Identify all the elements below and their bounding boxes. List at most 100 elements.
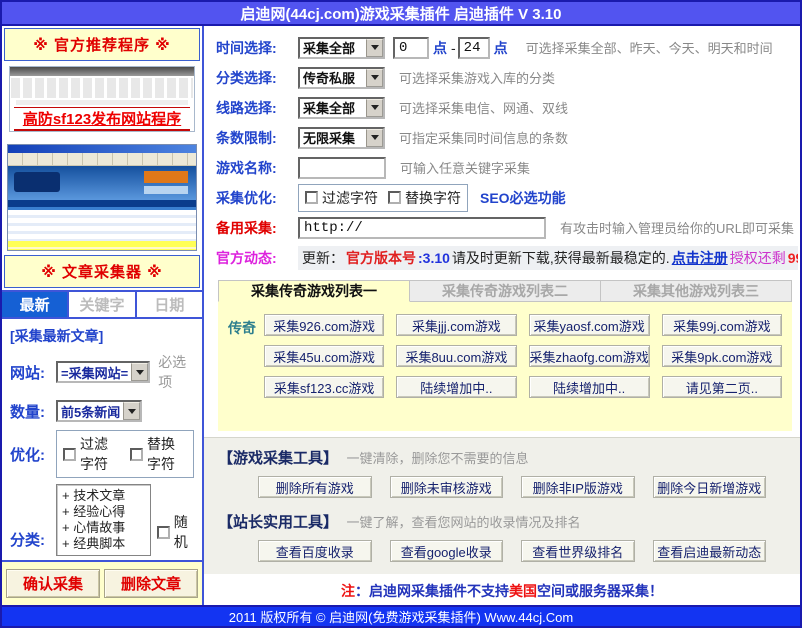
replace-chars-checkbox-main[interactable] <box>388 191 401 204</box>
hour-from-input[interactable] <box>393 37 429 59</box>
promo-site-link[interactable]: 高防sf123发布网站程序 <box>10 108 194 129</box>
time-row: 时间选择: 采集全部 点 - 点 可选择采集全部、昨天、今天、明天和时间 <box>216 36 800 59</box>
collect-game-button[interactable]: 陆续增加中.. <box>529 376 650 398</box>
webmaster-tools-desc: 一键了解，查看您网站的收录情况及排名 <box>346 515 580 530</box>
filter-chars-option[interactable]: 过滤字符 <box>63 434 120 474</box>
thumb-site-login <box>144 186 188 194</box>
replace-chars-checkbox[interactable] <box>130 448 143 461</box>
category-item[interactable]: + 经验心得 <box>62 504 145 520</box>
hour-to-input[interactable] <box>458 37 490 59</box>
check-google-index-button[interactable]: 查看google收录 <box>390 540 504 562</box>
filter-chars-checkbox[interactable] <box>63 448 76 461</box>
collect-game-button[interactable]: 采集99j.com游戏 <box>662 314 782 336</box>
promo-banner: ※ 官方推荐程序 ※ <box>4 28 200 61</box>
replace-chars-option[interactable]: 替换字符 <box>130 434 187 474</box>
note-mid: ：启迪网采集插件不支持 <box>355 583 509 599</box>
delete-non-ip-games-button[interactable]: 删除非IP版游戏 <box>521 476 635 498</box>
collect-game-button[interactable]: 采集jjj.com游戏 <box>396 314 516 336</box>
note-prefix: 注 <box>341 583 355 599</box>
category-label: 分类: <box>10 529 56 550</box>
chevron-down-icon <box>371 105 379 110</box>
collect-game-button[interactable]: 采集9pk.com游戏 <box>662 345 782 367</box>
site-label: 网站: <box>10 362 56 383</box>
collector-site-thumbnail[interactable] <box>7 144 197 251</box>
backup-url-input[interactable] <box>298 217 546 239</box>
confirm-collect-button[interactable]: 确认采集 <box>6 569 100 598</box>
chevron-down-icon <box>371 45 379 50</box>
thumb-browser-menubar <box>8 153 196 166</box>
site-row: 网站: =采集网站= 必选项 <box>2 348 202 396</box>
collect-game-button[interactable]: 采集926.com游戏 <box>264 314 384 336</box>
game-tools-buttons: 删除所有游戏 删除未审核游戏 删除非IP版游戏 删除今日新增游戏 <box>218 471 792 508</box>
delete-all-games-button[interactable]: 删除所有游戏 <box>258 476 372 498</box>
count-select-arrow-button[interactable] <box>123 402 140 420</box>
note-highlight: 美国 <box>509 583 537 599</box>
game-buttons-grid: 采集926.com游戏 采集jjj.com游戏 采集yaosf.com游戏 采集… <box>264 314 782 398</box>
thumbnail-header-band <box>10 67 194 76</box>
game-list-tab-2[interactable]: 采集传奇游戏列表二 <box>410 280 601 302</box>
time-label: 时间选择: <box>216 38 298 58</box>
backup-row: 备用采集: 有攻击时输入管理员给你的URL即可采集 <box>216 216 800 239</box>
delete-today-games-button[interactable]: 删除今日新增游戏 <box>653 476 767 498</box>
collect-form: 时间选择: 采集全部 点 - 点 可选择采集全部、昨天、今天、明天和时间 分类选… <box>204 26 800 276</box>
site-select[interactable]: =采集网站= <box>56 361 150 383</box>
thumb-site-banner <box>144 171 188 183</box>
category-listbox[interactable]: + 技术文章 + 经验心得 + 心情故事 + 经典脚本 <box>56 484 151 556</box>
limit-select-arrow-button[interactable] <box>366 129 383 147</box>
section-title: [采集最新文章] <box>2 319 202 348</box>
filter-chars-option-main[interactable]: 过滤字符 <box>305 188 378 208</box>
delete-unreviewed-games-button[interactable]: 删除未审核游戏 <box>390 476 504 498</box>
category-item[interactable]: + 技术文章 <box>62 488 145 504</box>
time-select-arrow-button[interactable] <box>366 39 383 57</box>
collect-game-button[interactable]: 采集yaosf.com游戏 <box>529 314 650 336</box>
promo-site-thumbnail[interactable]: 高防sf123发布网站程序 <box>9 66 195 132</box>
category-hint: 可选择采集游戏入库的分类 <box>399 68 555 87</box>
note-suffix: 空间或服务器采集！ <box>537 583 663 599</box>
check-world-rank-button[interactable]: 查看世界级排名 <box>521 540 635 562</box>
collect-game-button[interactable]: 采集45u.com游戏 <box>264 345 384 367</box>
site-select-value: =采集网站= <box>58 363 131 381</box>
delete-articles-button[interactable]: 删除文章 <box>104 569 198 598</box>
news-row: 官方动态: 更新： 官方版本号 :3.10 请及时更新下载,获得最新最稳定的. … <box>216 246 800 269</box>
collect-game-button[interactable]: 陆续增加中.. <box>396 376 516 398</box>
collect-game-button[interactable]: 采集zhaofg.com游戏 <box>529 345 650 367</box>
auth-days-remaining: 995 <box>788 250 798 266</box>
time-select[interactable]: 采集全部 <box>298 37 385 59</box>
collect-game-button[interactable]: 请见第二页.. <box>662 376 782 398</box>
chevron-down-icon <box>371 135 379 140</box>
collect-game-button[interactable]: 采集sf123.cc游戏 <box>264 376 384 398</box>
collect-optimize-box: 过滤字符 替换字符 <box>298 184 468 212</box>
line-select-value: 采集全部 <box>300 99 366 117</box>
tab-date[interactable]: 日期 <box>135 292 202 317</box>
limit-select-value: 无限采集 <box>300 129 366 147</box>
count-select[interactable]: 前5条新闻 <box>56 400 142 422</box>
site-select-arrow-button[interactable] <box>131 363 148 381</box>
check-qidi-news-button[interactable]: 查看启迪最新动态 <box>653 540 767 562</box>
tab-keyword[interactable]: 关键字 <box>67 292 134 317</box>
category-select-arrow-button[interactable] <box>366 69 383 87</box>
game-category-select[interactable]: 传奇私服 <box>298 67 385 89</box>
category-item[interactable]: + 经典脚本 <box>62 536 145 552</box>
register-link[interactable]: 点击注册 <box>672 248 728 268</box>
game-list-tab-3[interactable]: 采集其他游戏列表三 <box>601 280 792 302</box>
thumbnail-links-grid <box>11 78 193 98</box>
random-checkbox[interactable] <box>157 526 170 539</box>
game-name-input[interactable] <box>298 157 386 179</box>
filter-chars-checkbox-main[interactable] <box>305 191 318 204</box>
line-select-arrow-button[interactable] <box>366 99 383 117</box>
line-select[interactable]: 采集全部 <box>298 97 385 119</box>
copyright-text: 2011 版权所有 © 启迪网(免费游戏采集插件) Www.44cj.Com <box>229 607 574 626</box>
category-item[interactable]: + 心情故事 <box>62 520 145 536</box>
check-baidu-index-button[interactable]: 查看百度收录 <box>258 540 372 562</box>
collect-game-button[interactable]: 采集8uu.com游戏 <box>396 345 516 367</box>
seo-hint: SEO必选功能 <box>480 188 566 208</box>
main-panel: 时间选择: 采集全部 点 - 点 可选择采集全部、昨天、今天、明天和时间 分类选… <box>204 26 800 605</box>
webmaster-tools-title: 【站长实用工具】 <box>218 514 338 531</box>
random-option[interactable]: 随机 <box>157 512 194 552</box>
thumb-site-navbar <box>8 200 196 207</box>
replace-chars-option-main[interactable]: 替换字符 <box>388 188 461 208</box>
chevron-down-icon <box>136 370 144 375</box>
game-list-tab-1[interactable]: 采集传奇游戏列表一 <box>218 280 410 302</box>
tab-latest[interactable]: 最新 <box>2 292 67 317</box>
limit-select[interactable]: 无限采集 <box>298 127 385 149</box>
